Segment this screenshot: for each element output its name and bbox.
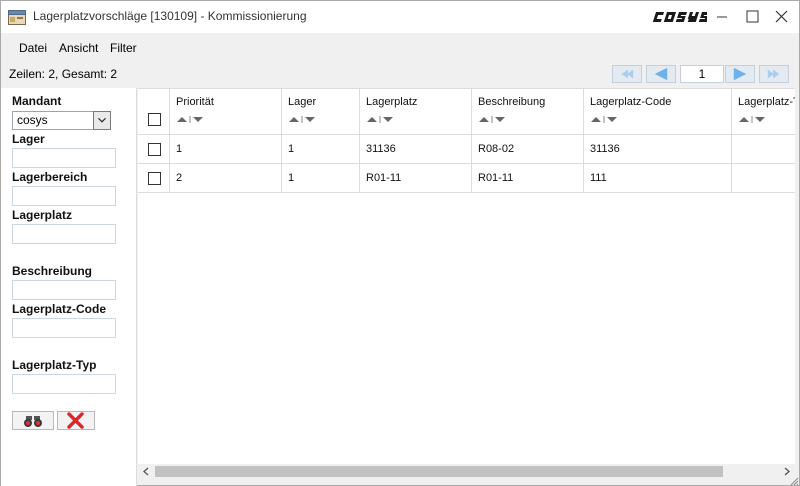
row-select-cell [138,135,170,164]
cell-lager: 1 [282,164,360,193]
menu-datei[interactable]: Datei [19,41,47,55]
cell-text: 31136 [590,143,620,155]
cell-text: 1 [176,143,183,155]
row-checkbox[interactable] [148,143,161,156]
cell-text: 2 [176,172,183,184]
scrollbar-thumb[interactable] [155,466,723,477]
menu-ansicht[interactable]: Ansicht [59,41,98,55]
horizontal-scrollbar[interactable] [138,464,795,479]
results-table: Priorität Lager Lagerplatz Beschreibung … [138,88,795,464]
column-title: Lager [288,96,317,108]
app-window: Lagerplatzvorschläge [130109] - Kommissi… [0,0,800,486]
column-prioritaet[interactable]: Priorität [170,89,282,135]
column-lagerplatz[interactable]: Lagerplatz [360,89,472,135]
lagerplatz-label: Lagerplatz [12,208,73,222]
title-bar: Lagerplatzvorschläge [130109] - Kommissi… [1,1,799,33]
column-lagerplatz-typ[interactable]: Lagerplatz-T [732,89,795,135]
select-all-column [138,89,170,135]
cosys-logo [652,12,707,22]
table-header: Priorität Lager Lagerplatz Beschreibung … [138,89,795,135]
sort-icon[interactable] [738,114,768,124]
reset-filter-button[interactable] [57,411,95,430]
sort-icon[interactable] [366,114,396,124]
lagerplatz-typ-input[interactable] [12,374,116,394]
cell-text: R01-11 [366,172,402,184]
cell-text: 31136 [366,143,396,155]
window-title: Lagerplatzvorschläge [130109] - Kommissi… [33,9,307,23]
previous-page-icon[interactable] [646,65,676,83]
cell-lager: 1 [282,135,360,164]
mandant-label: Mandant [12,94,62,108]
close-icon[interactable] [767,1,797,33]
first-page-icon[interactable] [612,65,642,83]
page-number-input[interactable]: 1 [680,65,724,83]
cell-lagerplatz-code: 111 [584,164,732,193]
lagerplatz-code-label: Lagerplatz-Code [12,302,107,316]
cell-text: 1 [288,143,295,155]
cell-text: 1 [288,172,295,184]
app-icon [8,10,26,25]
lagerbereich-input[interactable] [12,186,116,206]
next-page-icon[interactable] [725,65,755,83]
column-title: Lagerplatz-T [738,96,795,108]
column-title: Priorität [176,96,214,108]
sort-icon[interactable] [288,114,318,124]
beschreibung-input[interactable] [12,280,116,300]
binoculars-icon [24,416,42,427]
cell-text: R08-02 [478,143,515,155]
cell-beschreibung: R08-02 [472,135,584,164]
cell-prioritaet: 2 [170,164,282,193]
cell-lagerplatz-typ [732,164,795,193]
column-title: Beschreibung [478,96,546,108]
column-beschreibung[interactable]: Beschreibung [472,89,584,135]
lagerplatz-code-input[interactable] [12,318,116,338]
column-lagerplatz-code[interactable]: Lagerplatz-Code [584,89,732,135]
last-page-icon[interactable] [759,65,789,83]
cell-lagerplatz: R01-11 [360,164,472,193]
sort-icon[interactable] [176,114,206,124]
maximize-icon[interactable] [737,1,767,33]
cell-lagerplatz-code: 31136 [584,135,732,164]
column-title: Lagerplatz [366,96,418,108]
lagerplatz-input[interactable] [12,224,116,244]
lagerbereich-label: Lagerbereich [12,170,88,184]
scroll-left-icon[interactable] [141,466,152,477]
lagerplatz-typ-label: Lagerplatz-Typ [12,358,97,372]
row-select-cell [138,164,170,193]
red-x-icon [67,412,84,429]
chevron-down-icon[interactable] [93,111,111,130]
sort-icon[interactable] [590,114,620,124]
table-row[interactable]: 1 1 31136 R08-02 31136 [138,135,795,164]
cell-prioritaet: 1 [170,135,282,164]
cell-lagerplatz-typ [732,135,795,164]
row-checkbox[interactable] [148,172,161,185]
table-row[interactable]: 2 1 R01-11 R01-11 111 [138,164,795,193]
lager-input[interactable] [12,148,116,168]
resize-grip-icon[interactable] [789,476,799,486]
select-all-checkbox[interactable] [148,113,161,126]
cell-text: R01-11 [478,172,514,184]
menu-bar: Datei Ansicht Filter [1,35,799,59]
minimize-icon[interactable] [707,1,737,33]
cell-lagerplatz: 31136 [360,135,472,164]
sort-icon[interactable] [478,114,508,124]
column-lager[interactable]: Lager [282,89,360,135]
row-count-status: Zeilen: 2, Gesamt: 2 [9,67,118,81]
column-title: Lagerplatz-Code [590,96,672,108]
beschreibung-label: Beschreibung [12,264,93,278]
menu-filter[interactable]: Filter [110,41,137,55]
cell-beschreibung: R01-11 [472,164,584,193]
search-button[interactable] [12,411,54,430]
cell-text: 111 [590,172,607,184]
lager-label: Lager [12,132,45,146]
filter-panel: Mandant cosys Lager Lagerbereich Lagerpl… [1,88,137,486]
